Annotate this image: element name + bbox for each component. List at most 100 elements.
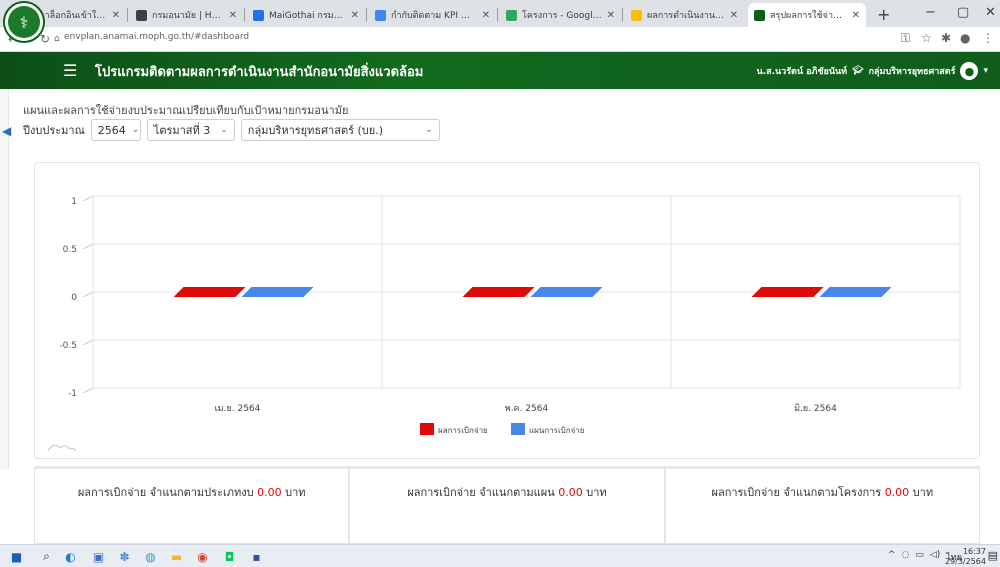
tab-separator bbox=[366, 8, 367, 22]
sidebar-collapsed: ◀ bbox=[0, 89, 11, 469]
volume-icon[interactable]: ◁) bbox=[930, 550, 940, 564]
y-tick-label: 0.5 bbox=[63, 245, 77, 255]
year-select-value: 2564 bbox=[97, 123, 126, 137]
people-icon[interactable]: ▣ bbox=[90, 548, 107, 565]
year-select[interactable]: 2564 ⌄ bbox=[90, 119, 141, 141]
key-icon[interactable]: ⚿ bbox=[901, 31, 910, 46]
edge-icon[interactable]: ◐ bbox=[62, 548, 79, 565]
browser-tab[interactable]: โครงการ - Google ไดรฟ์ ✕ bbox=[500, 3, 621, 27]
tab-favicon-icon bbox=[375, 9, 386, 21]
grid-line-skew bbox=[82, 243, 94, 250]
bookmark-star-icon[interactable]: ☆ bbox=[921, 31, 932, 45]
bar-chart: 1 0.5 0 -0.5 -1 เม.ย. 2564 พ.ค. 2564 มิ.ย. 2564… bbox=[59, 195, 961, 435]
chevron-down-icon: ⌄ bbox=[425, 125, 433, 135]
close-window-button[interactable]: ✕ bbox=[985, 5, 996, 20]
card-unit: บาท bbox=[285, 486, 306, 499]
user-group: กลุ่มบริหารยุทธศาสตร์ bbox=[868, 67, 956, 77]
quarter-select[interactable]: ไตรมาสที่ 3 ⌄ bbox=[146, 119, 235, 141]
maximize-button[interactable]: ▢ bbox=[957, 5, 969, 20]
url-field[interactable]: envplan.anamai.moph.go.th/#dashboard bbox=[64, 32, 249, 42]
browser-tab[interactable]: กรมอนามัย | Home ✕ bbox=[130, 3, 243, 27]
page-title: แผนและผลการใช้จ่ายงบประมาณเปรียบเทียบกับ… bbox=[23, 104, 349, 117]
clock-time: 16:37 bbox=[962, 547, 986, 556]
network-icon[interactable]: ◌ bbox=[901, 550, 909, 564]
card-label: ผลการเบิกจ่าย จำแนกตามแผน bbox=[407, 486, 555, 499]
close-tab-icon[interactable]: ✕ bbox=[351, 10, 359, 21]
word-icon[interactable]: ▪ bbox=[248, 548, 265, 565]
clock[interactable]: 16:37 29/3/2564 bbox=[945, 547, 986, 567]
filter-bar: ปีงบประมาณ 2564 ⌄ ไตรมาสที่ 3 ⌄ กลุ่มบริ… bbox=[23, 119, 440, 141]
photos-icon[interactable]: ◍ bbox=[142, 548, 159, 565]
new-tab-button[interactable]: + bbox=[877, 5, 890, 24]
file-explorer-icon[interactable]: ▬ bbox=[168, 548, 185, 565]
minimize-button[interactable]: − bbox=[925, 5, 936, 20]
card-label: ผลการเบิกจ่าย จำแนกตามประเภทงบ bbox=[77, 486, 254, 499]
battery-icon[interactable]: ▭ bbox=[915, 550, 924, 564]
tab-title: กำกับติดตาม KPI สำนัก bbox=[391, 11, 477, 21]
chrome-icon[interactable]: ◉ bbox=[194, 548, 211, 565]
browser-tab[interactable]: กำกับติดตาม KPI สำนัก ✕ bbox=[369, 3, 496, 27]
clock-date: 29/3/2564 bbox=[944, 557, 986, 566]
group-select-value: กลุ่มบริหารยุทธศาสตร์ (บย.) bbox=[247, 124, 383, 137]
browser-tab[interactable]: MaiGothai กรมอนามัย ✕ bbox=[247, 3, 365, 27]
close-tab-icon[interactable]: ✕ bbox=[852, 10, 860, 21]
caret-down-icon: ▾ bbox=[983, 66, 988, 76]
card-label: ผลการเบิกจ่าย จำแนกตามโครงการ bbox=[711, 486, 882, 499]
bar-actual bbox=[173, 287, 246, 297]
line-icon[interactable]: ◘ bbox=[221, 548, 238, 565]
settings-icon[interactable]: ✽ bbox=[116, 548, 133, 565]
close-tab-icon[interactable]: ✕ bbox=[112, 10, 120, 21]
windows-taskbar: ^ ◌ ▭ ◁) ไทย 16:37 29/3/2564 ▤ ■ ⌕ ◐ ▣ ✽ ◍ ▬ ◉ ◘… bbox=[0, 544, 1000, 567]
user-icon: ● bbox=[960, 62, 979, 80]
card-unit: บาท bbox=[912, 486, 934, 499]
card-amount: 0.00 bbox=[884, 486, 910, 499]
tab-separator bbox=[244, 8, 245, 22]
legend-swatch bbox=[511, 423, 525, 435]
chrome-menu-icon[interactable]: ⋮ bbox=[982, 31, 994, 45]
tab-title: โครงการ - Google ไดรฟ์ bbox=[522, 11, 602, 21]
close-tab-icon[interactable]: ✕ bbox=[482, 10, 490, 21]
tab-favicon-icon bbox=[136, 9, 147, 21]
bar-plan bbox=[530, 287, 603, 297]
y-tick-label: -1 bbox=[68, 389, 77, 399]
address-bar: ← → ↻ ⌂ envplan.anamai.moph.go.th/#dashb… bbox=[0, 27, 1000, 52]
grid-line-skew bbox=[82, 387, 94, 394]
card-unit: บาท bbox=[586, 486, 607, 499]
sidebar-toggle-icon[interactable]: ◀ bbox=[2, 124, 11, 138]
quarter-select-value: ไตรมาสที่ 3 bbox=[153, 124, 211, 137]
bar-plan bbox=[241, 287, 314, 297]
year-label: ปีงบประมาณ bbox=[23, 124, 85, 137]
tab-title: สรุปผลการใช้จ่ายงบประมาณ bbox=[770, 11, 847, 21]
y-tick-label: 1 bbox=[71, 197, 77, 207]
bar-plan bbox=[819, 287, 892, 297]
app-header: ☰ โปรแกรมติดตามผลการดำเนินงานสำนักอนามัย… bbox=[0, 52, 1000, 89]
profile-icon[interactable]: ● bbox=[960, 31, 970, 45]
tab-favicon-icon bbox=[506, 9, 517, 21]
summary-card-project: ผลการเบิกจ่าย จำแนกตามโครงการ 0.00 บาท bbox=[664, 466, 980, 544]
reload-icon[interactable]: ↻ bbox=[40, 32, 50, 46]
summary-card-plan: ผลการเบิกจ่าย จำแนกตามแผน 0.00 บาท bbox=[349, 466, 665, 544]
user-menu[interactable]: น.ส.นวรัตน์ อภิชัยนันท์ 🎓︎ กลุ่มบริหารยุ… bbox=[757, 62, 988, 80]
browser-tab[interactable]: สรุปผลการใช้จ่ายงบประมาณ ✕ bbox=[748, 3, 866, 27]
extensions-icon[interactable]: ✱ bbox=[941, 31, 951, 45]
bar-actual bbox=[462, 287, 535, 297]
group-select[interactable]: กลุ่มบริหารยุทธศาสตร์ (บย.) ⌄ bbox=[240, 119, 440, 141]
chevron-up-icon[interactable]: ^ bbox=[888, 550, 896, 564]
search-icon[interactable]: ⌕ bbox=[38, 548, 55, 565]
lock-icon: ⌂ bbox=[54, 34, 60, 44]
notification-icon[interactable]: ▤ bbox=[988, 549, 998, 562]
close-tab-icon[interactable]: ✕ bbox=[229, 10, 237, 21]
browser-tab[interactable]: ผลการดำเนินงานตามแผน ✕ bbox=[625, 3, 744, 27]
summary-cards: ผลการเบิกจ่าย จำแนกตามประเภทงบ 0.00 บาท … bbox=[34, 466, 980, 544]
graduation-cap-icon: 🎓︎ bbox=[852, 66, 864, 76]
card-amount: 0.00 bbox=[558, 486, 583, 499]
department-logo: ⚕ bbox=[3, 1, 45, 43]
windows-start-icon[interactable]: ■ bbox=[8, 548, 25, 565]
hamburger-icon[interactable]: ☰ bbox=[63, 61, 77, 80]
close-tab-icon[interactable]: ✕ bbox=[607, 10, 615, 21]
x-tick-label: พ.ค. 2564 bbox=[505, 404, 549, 414]
legend-label: แผนการเบิกจ่าย bbox=[529, 426, 584, 435]
close-tab-icon[interactable]: ✕ bbox=[730, 10, 738, 21]
tab-separator bbox=[127, 8, 128, 22]
grid-line-skew bbox=[82, 195, 94, 202]
